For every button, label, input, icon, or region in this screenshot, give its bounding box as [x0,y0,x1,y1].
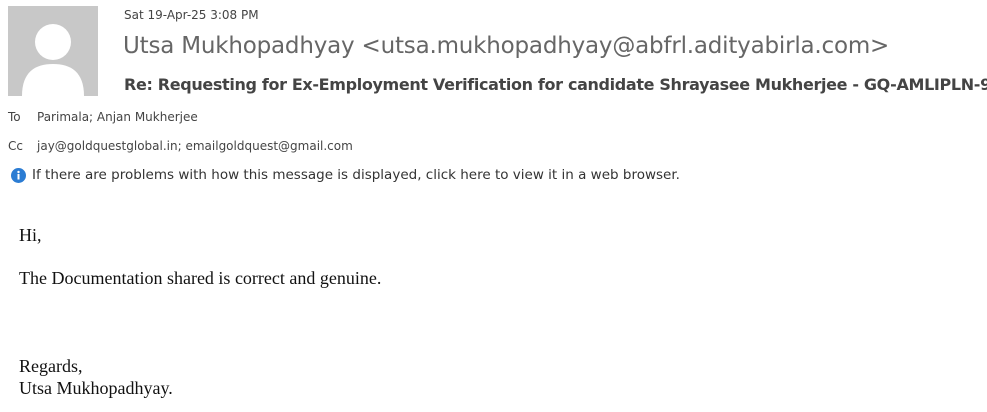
to-label: To [8,110,21,124]
body-message: The Documentation shared is correct and … [19,268,382,288]
cc-recipients[interactable]: jay@goldquestglobal.in; emailgoldquest@g… [37,139,353,153]
sender-name[interactable]: Utsa Mukhopadhyay <utsa.mukhopadhyay@abf… [123,33,889,59]
sender-avatar [8,6,98,96]
message-subject: Re: Requesting for Ex-Employment Verific… [124,75,987,94]
cc-label: Cc [8,139,23,153]
person-placeholder-icon [22,24,84,96]
display-problem-infobar[interactable]: If there are problems with how this mess… [11,167,680,183]
to-recipients[interactable]: Parimala; Anjan Mukherjee [37,110,198,124]
info-icon [11,167,26,183]
body-regards: Regards, [19,356,83,376]
infobar-text[interactable]: If there are problems with how this mess… [32,167,680,183]
body-signature: Utsa Mukhopadhyay. [19,378,173,398]
body-greeting: Hi, [19,225,42,245]
message-date: Sat 19-Apr-25 3:08 PM [124,8,259,22]
